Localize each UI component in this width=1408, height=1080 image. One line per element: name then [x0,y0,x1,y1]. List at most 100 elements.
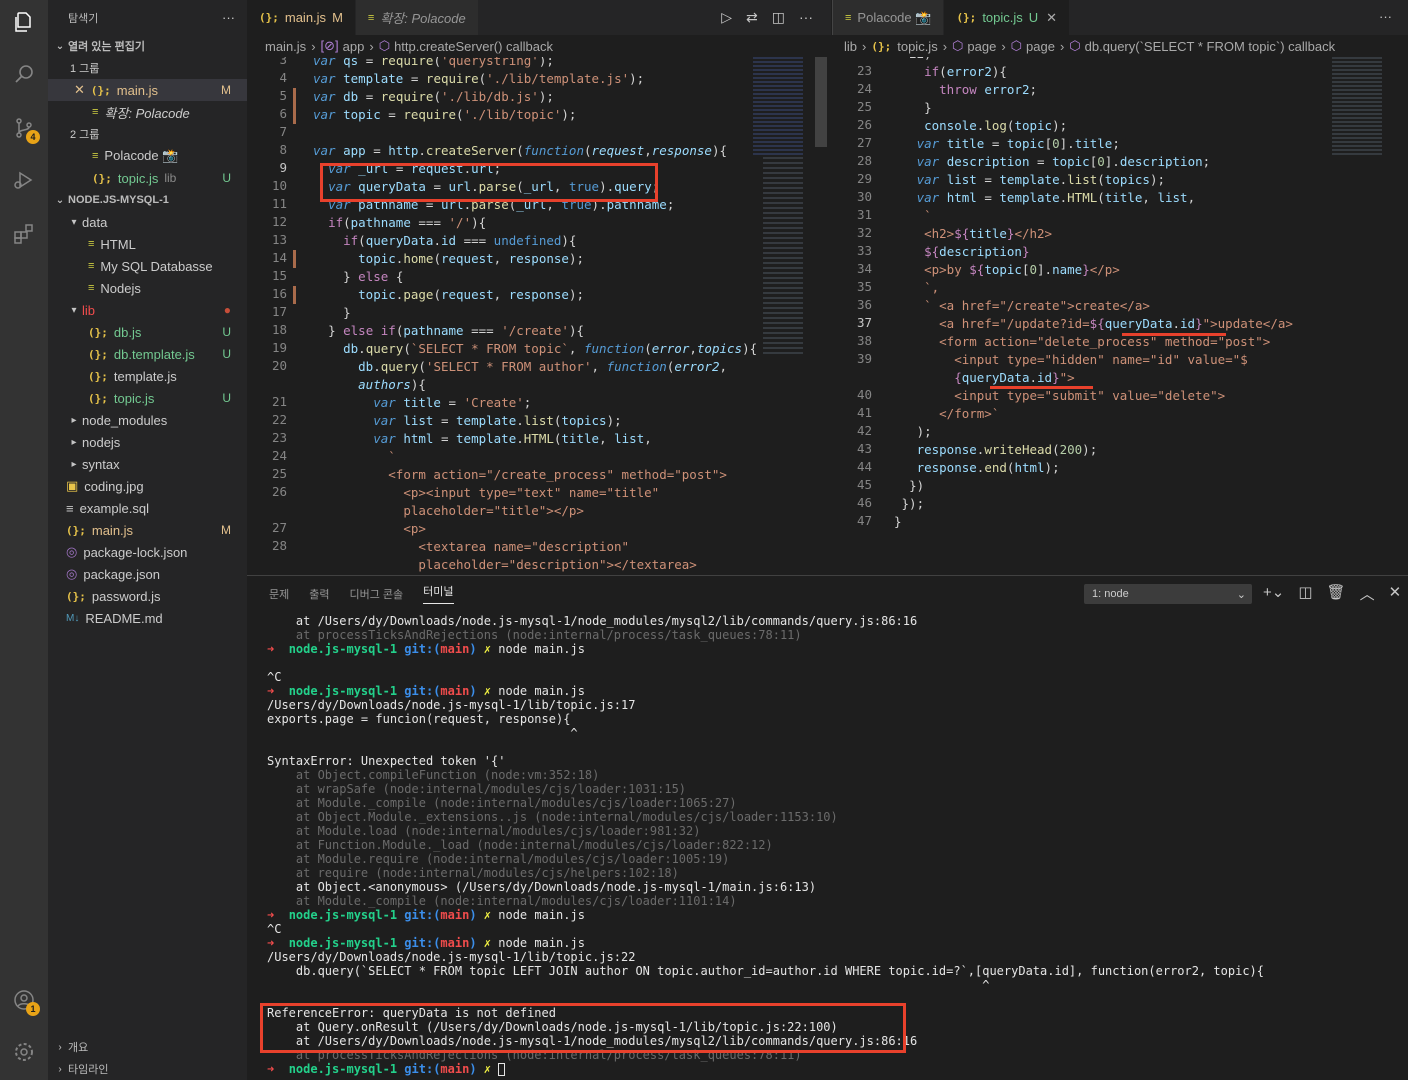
timeline-section[interactable]: › 타임라인 [52,1058,108,1080]
tree-item[interactable]: ≡ HTML [48,233,247,255]
terminal-line: ➜ node.js-mysql-1 git:(main) ✗ [267,1062,1264,1076]
tab-problems[interactable]: 문제 [269,586,289,602]
breadcrumb-item[interactable]: page [967,39,996,54]
code-line: } [343,305,351,320]
close-icon[interactable]: ✕ [1046,10,1057,26]
line-number: 35 [856,279,872,294]
open-editor-main-js[interactable]: ✕ (}; main.js M [48,79,247,101]
open-editor-polacode[interactable]: ≡ Polacode 📸 [48,145,247,167]
close-icon[interactable]: ✕ [74,82,85,98]
tree-item[interactable]: M↓ README.md [48,607,247,629]
left-code-area[interactable]: 3 4 5 6 7 8 9 10 11 12 13 14 15 16 17 18 19 20 21 22 23 24 25 2… [247,57,831,575]
tree-item[interactable]: ≡ Nodejs [48,277,247,299]
scrollbar[interactable] [815,57,827,147]
tab-debug-console[interactable]: 디버그 콘솔 [350,586,404,602]
tree-item[interactable]: (}; topic.js U [48,387,247,409]
tree-item[interactable]: ▸ syntax [48,453,247,475]
terminal-select[interactable]: 1: node ⌄ [1084,584,1252,604]
more-actions-icon[interactable]: ··· [1379,9,1392,24]
split-editor-icon[interactable]: ◫ [772,9,785,26]
code-line: if(pathname === '/'){ [328,215,487,230]
tab-output[interactable]: 출력 [309,586,329,602]
code-line: var template = require('./lib/template.j… [313,71,645,86]
add-terminal-icon[interactable]: +⌄ [1263,583,1284,604]
gear-icon[interactable] [12,1040,36,1064]
chevron-right-icon: ▸ [71,436,77,448]
tree-item[interactable]: ▾ data [48,211,247,233]
terminal-line: at Module._compile (node:internal/module… [267,796,737,810]
line-number: 36 [856,297,872,312]
tab-terminal[interactable]: 터미널 [423,583,454,604]
minimap[interactable] [1332,57,1392,157]
terminal-line: at Module._compile (node:internal/module… [267,894,737,908]
run-icon[interactable]: ▷ [721,9,732,26]
tree-item[interactable]: (}; template.js [48,365,247,387]
breadcrumb-item[interactable]: http.createServer() callback [394,39,553,54]
extensions-icon[interactable] [12,222,36,246]
breadcrumb-item[interactable]: lib [844,39,857,54]
tree-item[interactable]: ≡ My SQL Databasse [48,255,247,277]
tree-item[interactable]: (}; password.js [48,585,247,607]
code-line: topic.home(request, response); [358,251,584,266]
terminal-line: ➜ node.js-mysql-1 git:(main) ✗ node main… [267,684,585,698]
line-number: 38 [856,333,872,348]
open-editors-section[interactable]: ⌄ 열려 있는 편집기 [48,35,247,57]
breadcrumb-item[interactable]: main.js [265,39,306,54]
more-actions-icon[interactable]: ··· [222,10,235,25]
outline-section[interactable]: › 개요 [52,1036,88,1058]
terminal-line: db.query(`SELECT * FROM topic LEFT JOIN … [267,964,1264,978]
tree-item[interactable]: (}; db.template.js U [48,343,247,365]
close-panel-icon[interactable]: ✕ [1389,583,1402,604]
code-line: ` <a href="/create">create</a> [924,298,1150,313]
highlight-underline [1122,333,1226,336]
code-line: var description = topic[0].description; [916,154,1211,169]
tree-item[interactable]: ▸ nodejs [48,431,247,453]
chevron-right-icon: ▸ [71,458,77,470]
breadcrumb-item[interactable]: db.query(`SELECT * FROM topic`) callback [1085,39,1335,54]
minimap[interactable] [753,57,813,357]
tree-item[interactable]: (}; db.js U [48,321,247,343]
trash-icon[interactable]: 🗑 [1327,583,1346,604]
split-terminal-icon[interactable]: ◫ [1298,583,1312,604]
open-editor-topic-js[interactable]: (}; topic.js lib U [48,167,247,189]
workspace-section[interactable]: ⌄ NODE.JS-MYSQL-1 [48,189,247,211]
search-icon[interactable] [12,62,36,86]
breadcrumb-item[interactable]: app [343,39,365,54]
account-icon[interactable]: 1 [12,988,40,1016]
tree-item[interactable]: ▣ coding.jpg [48,475,247,497]
run-debug-icon[interactable] [12,168,36,192]
line-number: 47 [856,513,872,528]
line-number: 34 [856,261,872,276]
line-number: 19 [271,340,287,355]
line-number: 27 [856,135,872,150]
tab-main-js[interactable]: (}; main.js M [247,0,356,35]
method-icon: ⬡ [1010,38,1023,53]
open-editor-polacode-ext[interactable]: ≡ 확장: Polacode [48,101,247,123]
preview-icon: ≡ [845,11,852,24]
more-actions-icon[interactable]: ··· [799,9,813,26]
maximize-panel-icon[interactable]: ︿ [1360,583,1375,604]
tab-topic-js[interactable]: (}; topic.js U ✕ [944,0,1071,35]
breadcrumb-item[interactable]: topic.js [897,39,937,54]
tree-item[interactable]: (}; main.js M [48,519,247,541]
tree-item[interactable]: ◎ package.json [48,563,247,585]
explorer-icon[interactable] [12,10,36,34]
highlight-box [320,163,658,202]
tree-item[interactable]: ◎ package-lock.json [48,541,247,563]
line-number: 17 [271,304,287,319]
code-line: authors){ [358,377,426,392]
line-number: 14 [271,250,287,265]
tab-polacode-ext[interactable]: ≡ 확장: Polacode [355,0,479,35]
tree-item[interactable]: ≡ example.sql [48,497,247,519]
source-control-icon[interactable]: 4 [12,116,40,144]
tree-item[interactable]: ▾ lib ● [48,299,247,321]
line-number: 25 [271,466,287,481]
right-code-area[interactable]: 23 24 25 26 27 28 29 30 31 32 33 34 35 36 37 38 39 40 41 42… [832,57,1408,575]
compare-icon[interactable]: ⇄ [746,9,758,26]
line-number: 26 [856,117,872,132]
breadcrumb-item[interactable]: page [1026,39,1055,54]
tab-polacode[interactable]: ≡ Polacode 📸 [833,0,945,35]
js-file-icon: (}; [92,171,112,185]
tree-item[interactable]: ▸ node_modules [48,409,247,431]
